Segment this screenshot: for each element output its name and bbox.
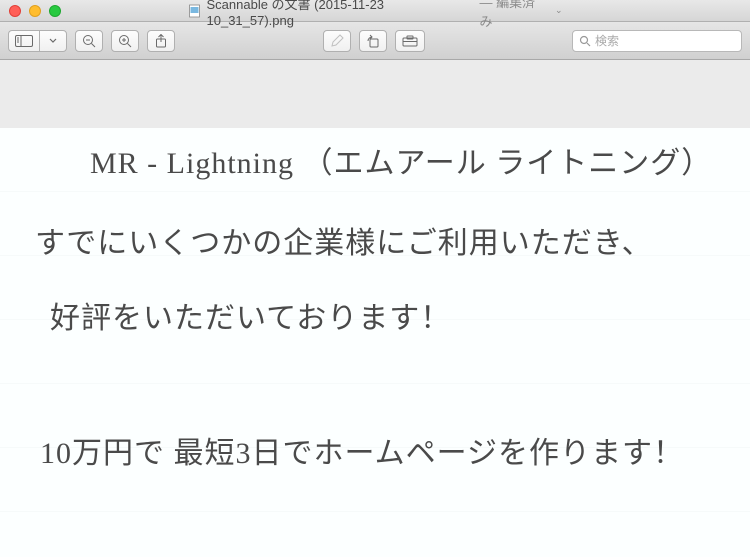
document-image[interactable]: MR - Lightning （エムアール ライトニング） すでにいくつかの企業… — [0, 60, 750, 557]
share-button[interactable] — [147, 30, 175, 52]
zoom-in-button[interactable] — [111, 30, 139, 52]
edit-toolbox-button[interactable] — [395, 30, 425, 52]
window-status: — 編集済み — [479, 0, 547, 30]
document-icon — [188, 4, 202, 18]
search-field[interactable] — [572, 30, 742, 52]
scanned-paper: MR - Lightning （エムアール ライトニング） すでにいくつかの企業… — [0, 128, 750, 557]
close-button[interactable] — [9, 5, 21, 17]
window-title[interactable]: Scannable の文書 (2015-11-23 10_31_57).png … — [188, 0, 563, 30]
chevron-down-icon[interactable]: ⌄ — [555, 5, 563, 16]
minimize-button[interactable] — [29, 5, 41, 17]
content-area: MR - Lightning （エムアール ライトニング） すでにいくつかの企業… — [0, 60, 750, 557]
traffic-lights — [0, 5, 61, 17]
sidebar-dropdown-button[interactable] — [39, 30, 67, 52]
handwriting-line-2: すでにいくつかの企業様にご利用いただき、 — [35, 218, 653, 262]
handwriting-line-3: 好評をいただいております！ — [50, 293, 451, 337]
handwriting-line-4: 10万円で 最短3日でホームページを作ります！ — [40, 428, 684, 472]
handwriting-line-1: MR - Lightning （エムアール ライトニング） — [90, 138, 712, 182]
search-icon — [579, 35, 591, 47]
window-filename: Scannable の文書 (2015-11-23 10_31_57).png — [207, 0, 475, 28]
sidebar-button[interactable] — [8, 30, 39, 52]
markup-button[interactable] — [323, 30, 351, 52]
maximize-button[interactable] — [49, 5, 61, 17]
search-input[interactable] — [595, 34, 750, 48]
rotate-button[interactable] — [359, 30, 387, 52]
window-titlebar: Scannable の文書 (2015-11-23 10_31_57).png … — [0, 0, 750, 22]
sidebar-view-group — [8, 30, 67, 52]
zoom-out-button[interactable] — [75, 30, 103, 52]
